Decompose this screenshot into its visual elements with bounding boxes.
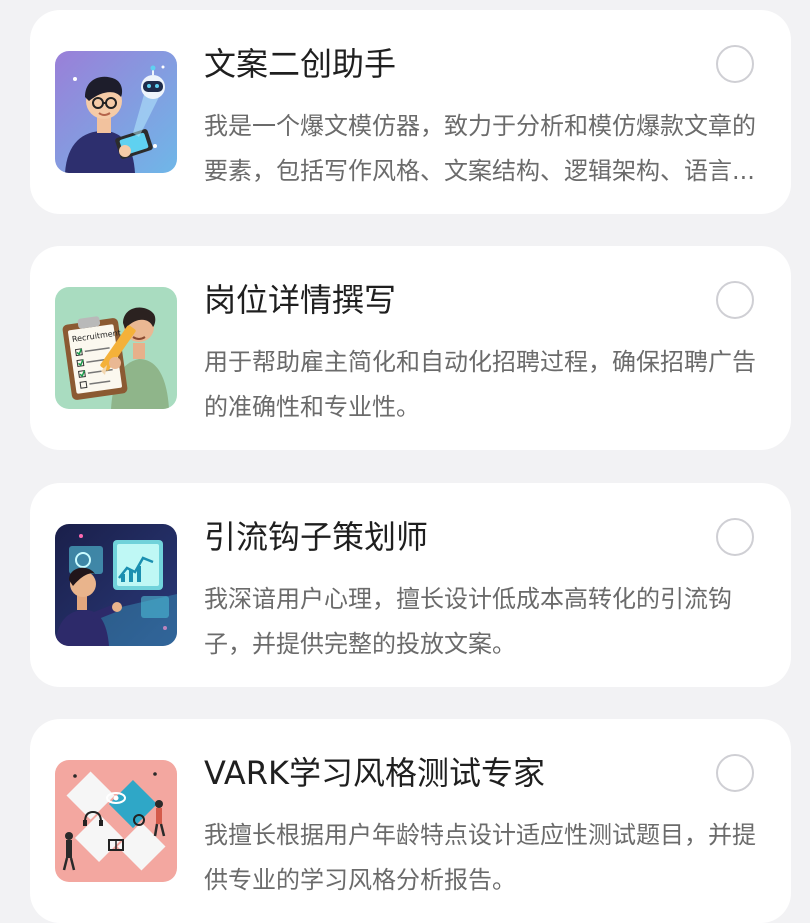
assistant-card-copywriting[interactable]: 文案二创助手 我是一个爆文模仿器，致力于分析和模仿爆款文章的要素，包括写作风格、… — [30, 10, 791, 214]
person-with-tablet-and-robot-icon — [55, 51, 177, 173]
assistant-title: 岗位详情撰写 — [204, 281, 397, 319]
assistant-title: VARK学习风格测试专家 — [204, 754, 545, 792]
assistant-description: 用于帮助雇主简化和自动化招聘过程，确保招聘广告的准确性和专业性。 — [204, 348, 756, 421]
assistant-title: 文案二创助手 — [204, 45, 397, 83]
select-radio[interactable] — [716, 281, 754, 319]
assistant-description: 我深谙用户心理，擅长设计低成本高转化的引流钩子，并提供完整的投放文案。 — [204, 585, 732, 658]
assistant-card-vark[interactable]: VARK学习风格测试专家 我擅长根据用户年龄特点设计适应性测试题目，并提供专业的… — [30, 719, 791, 923]
assistant-card-job-description[interactable]: Recruitment 岗位详情撰写 用于帮助雇主简化和自动化招聘过程，确保招聘… — [30, 246, 791, 450]
select-radio[interactable] — [716, 754, 754, 792]
assistant-title: 引流钩子策划师 — [204, 518, 429, 556]
assistant-description: 我擅长根据用户年龄特点设计适应性测试题目，并提供专业的学习风格分析报告。 — [204, 821, 756, 894]
select-radio[interactable] — [716, 518, 754, 556]
analytics-screen-icon — [55, 524, 177, 646]
select-radio[interactable] — [716, 45, 754, 83]
recruitment-clipboard-icon: Recruitment — [55, 287, 177, 409]
puzzle-learning-styles-icon — [55, 760, 177, 882]
assistant-description: 我是一个爆文模仿器，致力于分析和模仿爆款文章的要素，包括写作风格、文案结构、逻辑… — [204, 112, 756, 185]
assistant-card-traffic-hook[interactable]: 引流钩子策划师 我深谙用户心理，擅长设计低成本高转化的引流钩子，并提供完整的投放… — [30, 483, 791, 687]
